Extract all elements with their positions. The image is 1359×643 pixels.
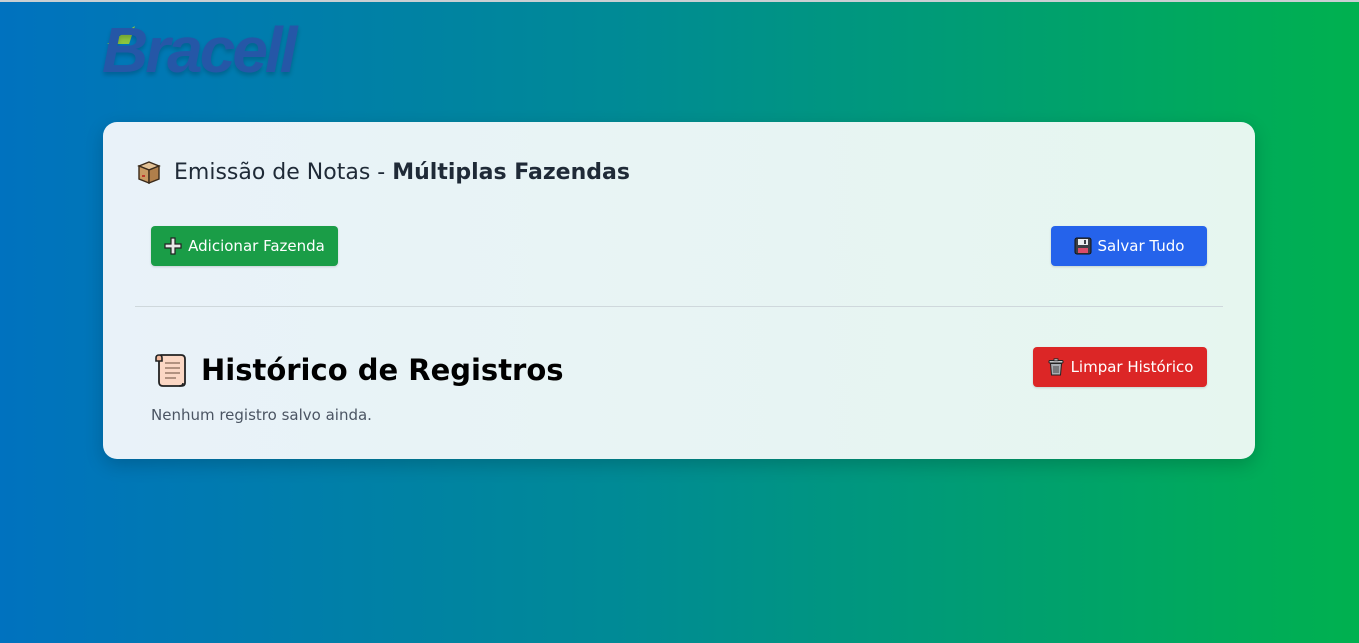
page-title: Emissão de Notas - Múltiplas Fazendas: [136, 157, 630, 187]
history-empty-message: Nenhum registro salvo ainda.: [151, 406, 372, 424]
page-title-prefix: Emissão de Notas -: [174, 159, 393, 185]
page-title-strong: Múltiplas Fazendas: [392, 159, 630, 185]
logo-text: Bracell: [102, 14, 297, 86]
clear-history-label: Limpar Histórico: [1070, 358, 1194, 376]
trash-icon: [1047, 358, 1065, 376]
clear-history-button[interactable]: Limpar Histórico: [1033, 347, 1207, 387]
history-title-text: Histórico de Registros: [201, 353, 564, 387]
save-all-button[interactable]: Salvar Tudo: [1051, 226, 1207, 266]
bracell-logo: Bracell: [102, 18, 362, 88]
scroll-icon: [153, 352, 187, 388]
history-title: Histórico de Registros: [153, 350, 564, 390]
main-card: Emissão de Notas - Múltiplas Fazendas Ad…: [103, 122, 1255, 459]
add-farm-button[interactable]: Adicionar Fazenda: [151, 226, 338, 266]
floppy-disk-icon: [1074, 237, 1092, 255]
section-divider: [135, 306, 1223, 307]
package-icon: [136, 159, 162, 185]
save-all-label: Salvar Tudo: [1097, 237, 1185, 255]
plus-icon: [164, 237, 182, 255]
add-farm-label: Adicionar Fazenda: [188, 237, 325, 255]
window-top-border: [0, 0, 1359, 2]
